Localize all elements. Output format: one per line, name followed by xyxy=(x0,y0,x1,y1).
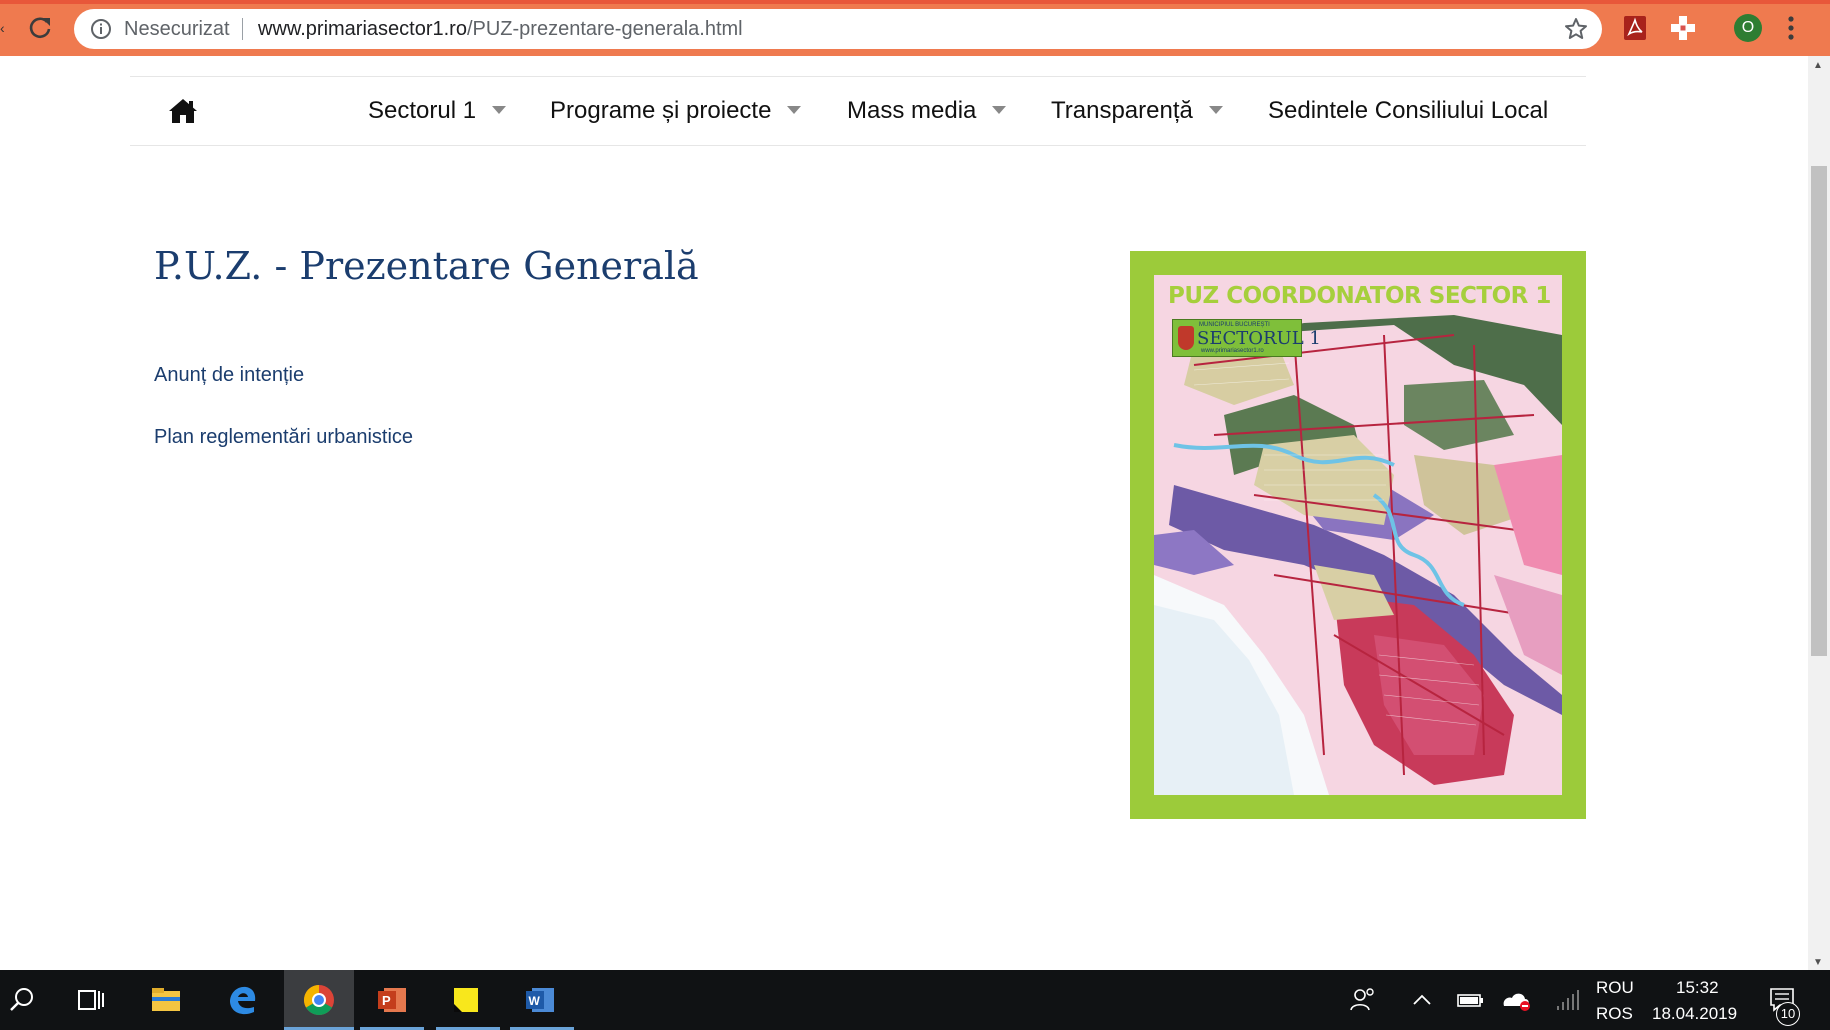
home-icon[interactable] xyxy=(168,97,198,125)
profile-avatar[interactable]: O xyxy=(1734,14,1762,42)
nav-item-transparenta[interactable]: Transparență xyxy=(1051,97,1223,125)
bookmark-star-icon[interactable] xyxy=(1564,17,1588,41)
main-navigation: Sectorul 1 Programe și proiecte Mass med… xyxy=(130,76,1586,146)
scroll-thumb[interactable] xyxy=(1811,166,1827,656)
url-text[interactable]: www.primariasector1.ro/PUZ-prezentare-ge… xyxy=(258,18,743,40)
edge-icon[interactable] xyxy=(222,980,262,1020)
nav-item-label: Programe și proiecte xyxy=(550,97,772,124)
link-anunt-intentie[interactable]: Anunț de intenție xyxy=(154,364,304,387)
windows-taskbar: P W ROU ROS 15:32 18.04.2019 10 xyxy=(0,970,1830,1030)
nav-item-programe-proiecte[interactable]: Programe și proiecte xyxy=(550,97,802,125)
crest-icon xyxy=(1178,326,1194,350)
pdf-extension-icon[interactable] xyxy=(1620,13,1650,43)
search-icon[interactable] xyxy=(2,980,42,1020)
plus-extension-icon[interactable] xyxy=(1668,13,1698,43)
clock-date[interactable]: 18.04.2019 xyxy=(1652,1004,1737,1024)
separator xyxy=(242,18,243,40)
chevron-down-icon xyxy=(992,105,1007,114)
powerpoint-icon[interactable]: P xyxy=(372,980,412,1020)
nav-item-sectorul-1[interactable]: Sectorul 1 xyxy=(368,97,507,125)
map-canvas: PUZ COORDONATOR SECTOR 1 MUNICIPIUL BUCU… xyxy=(1154,275,1562,795)
network-icon[interactable] xyxy=(1548,980,1588,1020)
input-language-bottom[interactable]: ROS xyxy=(1596,1004,1633,1024)
nav-item-label: Transparență xyxy=(1051,97,1193,124)
badge-url: www.primariasector1.ro xyxy=(1201,348,1264,354)
show-hidden-icons-chevron-icon[interactable] xyxy=(1402,980,1442,1020)
nav-item-label: Sedintele Consiliului Local xyxy=(1268,97,1549,124)
info-icon[interactable] xyxy=(90,18,112,40)
sector-badge: MUNICIPIUL BUCUREȘTI SECTORUL 1 www.prim… xyxy=(1172,319,1321,357)
map-title: PUZ COORDONATOR SECTOR 1 xyxy=(1168,283,1551,309)
battery-icon[interactable] xyxy=(1450,980,1490,1020)
reload-icon[interactable] xyxy=(24,12,56,44)
url-host: www.primariasector1.ro xyxy=(258,18,467,40)
link-plan-reglementari[interactable]: Plan reglementări urbanistice xyxy=(154,426,413,449)
file-explorer-icon[interactable] xyxy=(146,980,186,1020)
security-label: Nesecurizat xyxy=(124,18,230,40)
chrome-icon xyxy=(303,985,334,1016)
word-icon[interactable]: W xyxy=(520,980,560,1020)
vertical-scrollbar[interactable]: ▲ ▼ xyxy=(1808,56,1830,970)
url-path: /PUZ-prezentare-generala.html xyxy=(466,18,743,40)
scroll-down-icon[interactable]: ▼ xyxy=(1813,957,1823,968)
back-icon[interactable]: ‹ xyxy=(0,21,6,35)
nav-item-sedintele-consiliului[interactable]: Sedintele Consiliului Local xyxy=(1268,97,1548,125)
scroll-up-icon[interactable]: ▲ xyxy=(1813,60,1823,71)
menu-kebab-icon[interactable] xyxy=(1786,14,1796,42)
input-language-top[interactable]: ROU xyxy=(1596,978,1634,998)
puz-map-image[interactable]: PUZ COORDONATOR SECTOR 1 MUNICIPIUL BUCU… xyxy=(1130,251,1586,819)
nav-item-label: Mass media xyxy=(847,97,977,124)
chevron-down-icon xyxy=(787,105,802,114)
page-title: P.U.Z. - Prezentare Generală xyxy=(154,244,699,288)
nav-item-label: Sectorul 1 xyxy=(368,97,477,124)
badge-title: SECTORUL 1 xyxy=(1197,328,1321,349)
tab-strip-edge xyxy=(0,0,1830,4)
svg-text:P: P xyxy=(382,993,391,1008)
sticky-notes-icon[interactable] xyxy=(446,980,486,1020)
task-view-icon[interactable] xyxy=(70,980,110,1020)
chevron-down-icon xyxy=(1208,105,1223,114)
notification-count-badge: 10 xyxy=(1776,1002,1800,1026)
browser-toolbar: ‹ Nesecurizat www.primariasector1.ro/PUZ… xyxy=(0,0,1830,56)
clock-time[interactable]: 15:32 xyxy=(1676,978,1719,998)
people-icon[interactable] xyxy=(1342,980,1382,1020)
nav-item-mass-media[interactable]: Mass media xyxy=(847,97,1007,125)
chevron-down-icon xyxy=(492,105,507,114)
svg-text:W: W xyxy=(529,994,541,1008)
address-bar[interactable]: Nesecurizat www.primariasector1.ro/PUZ-p… xyxy=(74,9,1602,49)
page-viewport: Sectorul 1 Programe și proiecte Mass med… xyxy=(0,56,1808,970)
chrome-taskbar-active[interactable] xyxy=(284,970,354,1030)
onedrive-icon[interactable] xyxy=(1496,980,1536,1020)
